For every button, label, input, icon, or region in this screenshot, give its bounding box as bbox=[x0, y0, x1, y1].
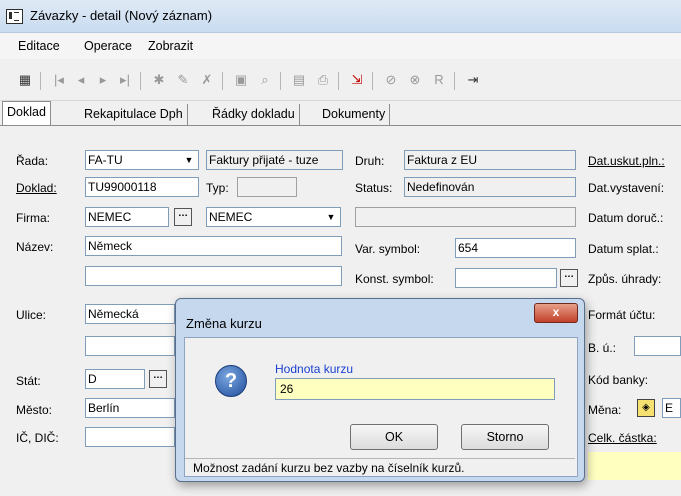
mesto-label: Město: bbox=[16, 403, 53, 417]
export-icon[interactable]: ⇲ bbox=[348, 71, 366, 89]
celk-castka-field bbox=[588, 452, 681, 480]
toolbar-separator bbox=[454, 72, 455, 90]
unlink-icon[interactable]: ⊗ bbox=[406, 71, 424, 89]
list-icon[interactable]: ▤ bbox=[290, 71, 308, 89]
rada-label: Řada: bbox=[16, 154, 49, 168]
druh-field: Faktura z EU bbox=[404, 150, 576, 170]
prev-record-icon[interactable]: ◂ bbox=[72, 71, 90, 89]
menu-operace[interactable]: Operace bbox=[84, 39, 132, 53]
mena-label: Měna: bbox=[588, 403, 622, 417]
question-icon: ? bbox=[215, 365, 247, 397]
currency-picker-icon[interactable]: ◈ bbox=[637, 399, 655, 417]
konst-symbol-field[interactable] bbox=[455, 268, 557, 288]
bu-field[interactable] bbox=[634, 336, 681, 356]
firma-label: Firma: bbox=[16, 211, 50, 225]
datum-splat-label: Datum splat.: bbox=[588, 242, 659, 256]
format-uctu-label: Formát účtu: bbox=[588, 308, 656, 322]
menu-editace[interactable]: Editace bbox=[18, 39, 60, 53]
tab-strip: Doklad Rekapitulace Dph Řádky dokladu Do… bbox=[0, 100, 681, 126]
toolbar-separator bbox=[372, 72, 373, 90]
typ-label: Typ: bbox=[206, 181, 229, 195]
app-window-icon bbox=[6, 9, 23, 24]
konst-symbol-browse-button[interactable]: … bbox=[560, 269, 578, 287]
kod-banky-label: Kód banky: bbox=[588, 373, 649, 387]
typ-field[interactable] bbox=[237, 177, 297, 197]
stat-label: Stát: bbox=[16, 374, 41, 388]
ulice-field[interactable]: Německá bbox=[85, 304, 175, 324]
firma-browse-button[interactable]: … bbox=[174, 208, 192, 226]
dialog-status-bar: Možnost zadání kurzu bez vazby na číseln… bbox=[185, 458, 575, 476]
druh-label: Druh: bbox=[355, 154, 385, 168]
zmena-kurzu-dialog: Změna kurzu x ? Hodnota kurzu 26 OK Stor… bbox=[175, 298, 585, 482]
ok-button[interactable]: OK bbox=[350, 424, 438, 450]
firma-field[interactable]: NEMEC bbox=[85, 207, 169, 227]
blank-field[interactable] bbox=[355, 207, 576, 227]
tab-dokumenty[interactable]: Dokumenty bbox=[318, 104, 391, 125]
mesto-field[interactable]: Berlín bbox=[85, 398, 175, 418]
new-record-icon[interactable]: ✱ bbox=[150, 71, 168, 89]
tab-radky-dokladu[interactable]: Řádky dokladu bbox=[208, 104, 300, 125]
celk-castka-label[interactable]: Celk. částka: bbox=[588, 431, 657, 445]
nazev-label: Název: bbox=[16, 240, 54, 254]
find-icon[interactable]: ⌕ bbox=[256, 71, 274, 89]
toolbar-separator bbox=[222, 72, 223, 90]
toolbar-separator bbox=[280, 72, 281, 90]
hodnota-kurzu-input[interactable]: 26 bbox=[275, 378, 555, 400]
revision-icon[interactable]: R bbox=[430, 71, 448, 89]
rada-combo[interactable]: FA-TU ▼ bbox=[85, 150, 199, 170]
toolbar-separator bbox=[140, 72, 141, 90]
dat-uskut-label[interactable]: Dat.uskut.pln.: bbox=[588, 154, 665, 168]
var-symbol-field[interactable]: 654 bbox=[455, 238, 576, 258]
title-bar: Závazky - detail (Nový záznam) bbox=[0, 0, 681, 33]
dialog-title: Změna kurzu bbox=[186, 316, 262, 331]
copy-icon[interactable]: ▣ bbox=[232, 71, 250, 89]
link-icon[interactable]: ⊘ bbox=[382, 71, 400, 89]
delete-record-icon[interactable]: ✗ bbox=[198, 71, 216, 89]
hodnota-kurzu-label: Hodnota kurzu bbox=[275, 362, 354, 376]
last-record-icon[interactable]: ▸| bbox=[116, 71, 134, 89]
dialog-body: ? Hodnota kurzu 26 OK Storno Možnost zad… bbox=[184, 337, 578, 477]
doklad-label[interactable]: Doklad: bbox=[16, 181, 57, 195]
bu-label: B. ú.: bbox=[588, 341, 617, 355]
grid-view-icon[interactable]: ▦ bbox=[16, 71, 34, 89]
menu-zobrazit[interactable]: Zobrazit bbox=[148, 39, 193, 53]
window-title: Závazky - detail (Nový záznam) bbox=[30, 8, 213, 23]
toolbar-separator bbox=[338, 72, 339, 90]
ic-dic-field[interactable] bbox=[85, 427, 175, 447]
firma-combo[interactable]: NEMEC ▼ bbox=[206, 207, 341, 227]
storno-button[interactable]: Storno bbox=[461, 424, 549, 450]
status-label: Status: bbox=[355, 181, 393, 195]
tab-rekapitulace-dph[interactable]: Rekapitulace Dph bbox=[80, 104, 188, 125]
close-icon[interactable]: x bbox=[534, 303, 578, 323]
mena-field[interactable]: E bbox=[662, 398, 681, 418]
next-record-icon[interactable]: ▸ bbox=[94, 71, 112, 89]
chevron-down-icon[interactable]: ▼ bbox=[181, 152, 197, 168]
ulice-label: Ulice: bbox=[16, 308, 47, 322]
edit-record-icon[interactable]: ✎ bbox=[174, 71, 192, 89]
print-icon[interactable]: ⎙ bbox=[314, 71, 332, 89]
var-symbol-label: Var. symbol: bbox=[355, 242, 421, 256]
first-record-icon[interactable]: |◂ bbox=[50, 71, 68, 89]
zpusob-uhrady-label: Způs. úhrady: bbox=[588, 272, 662, 286]
tab-doklad[interactable]: Doklad bbox=[2, 101, 51, 126]
ic-dic-label: IČ, DIČ: bbox=[16, 431, 59, 445]
konst-symbol-label: Konst. symbol: bbox=[355, 272, 434, 286]
exit-icon[interactable]: ⇥ bbox=[464, 71, 482, 89]
nazev-field-2[interactable] bbox=[85, 266, 342, 286]
toolbar: ▦ |◂ ◂ ▸ ▸| ✱ ✎ ✗ ▣ ⌕ ▤ ⎙ ⇲ ⊘ ⊗ R ⇥ bbox=[0, 60, 681, 101]
dat-vystaveni-label: Dat.vystavení: bbox=[588, 181, 665, 195]
toolbar-separator bbox=[40, 72, 41, 90]
status-field: Nedefinován bbox=[404, 177, 576, 197]
stat-browse-button[interactable]: … bbox=[149, 370, 167, 388]
datum-doruc-label: Datum doruč.: bbox=[588, 211, 664, 225]
menu-bar: Editace Operace Zobrazit bbox=[0, 33, 681, 59]
ulice-field-2[interactable] bbox=[85, 336, 175, 356]
doklad-field[interactable]: TU99000118 bbox=[85, 177, 199, 197]
nazev-field[interactable]: Německ bbox=[85, 236, 342, 256]
stat-field[interactable]: D bbox=[85, 369, 145, 389]
chevron-down-icon[interactable]: ▼ bbox=[323, 209, 339, 225]
rada-description: Faktury přijaté - tuze bbox=[206, 150, 343, 170]
